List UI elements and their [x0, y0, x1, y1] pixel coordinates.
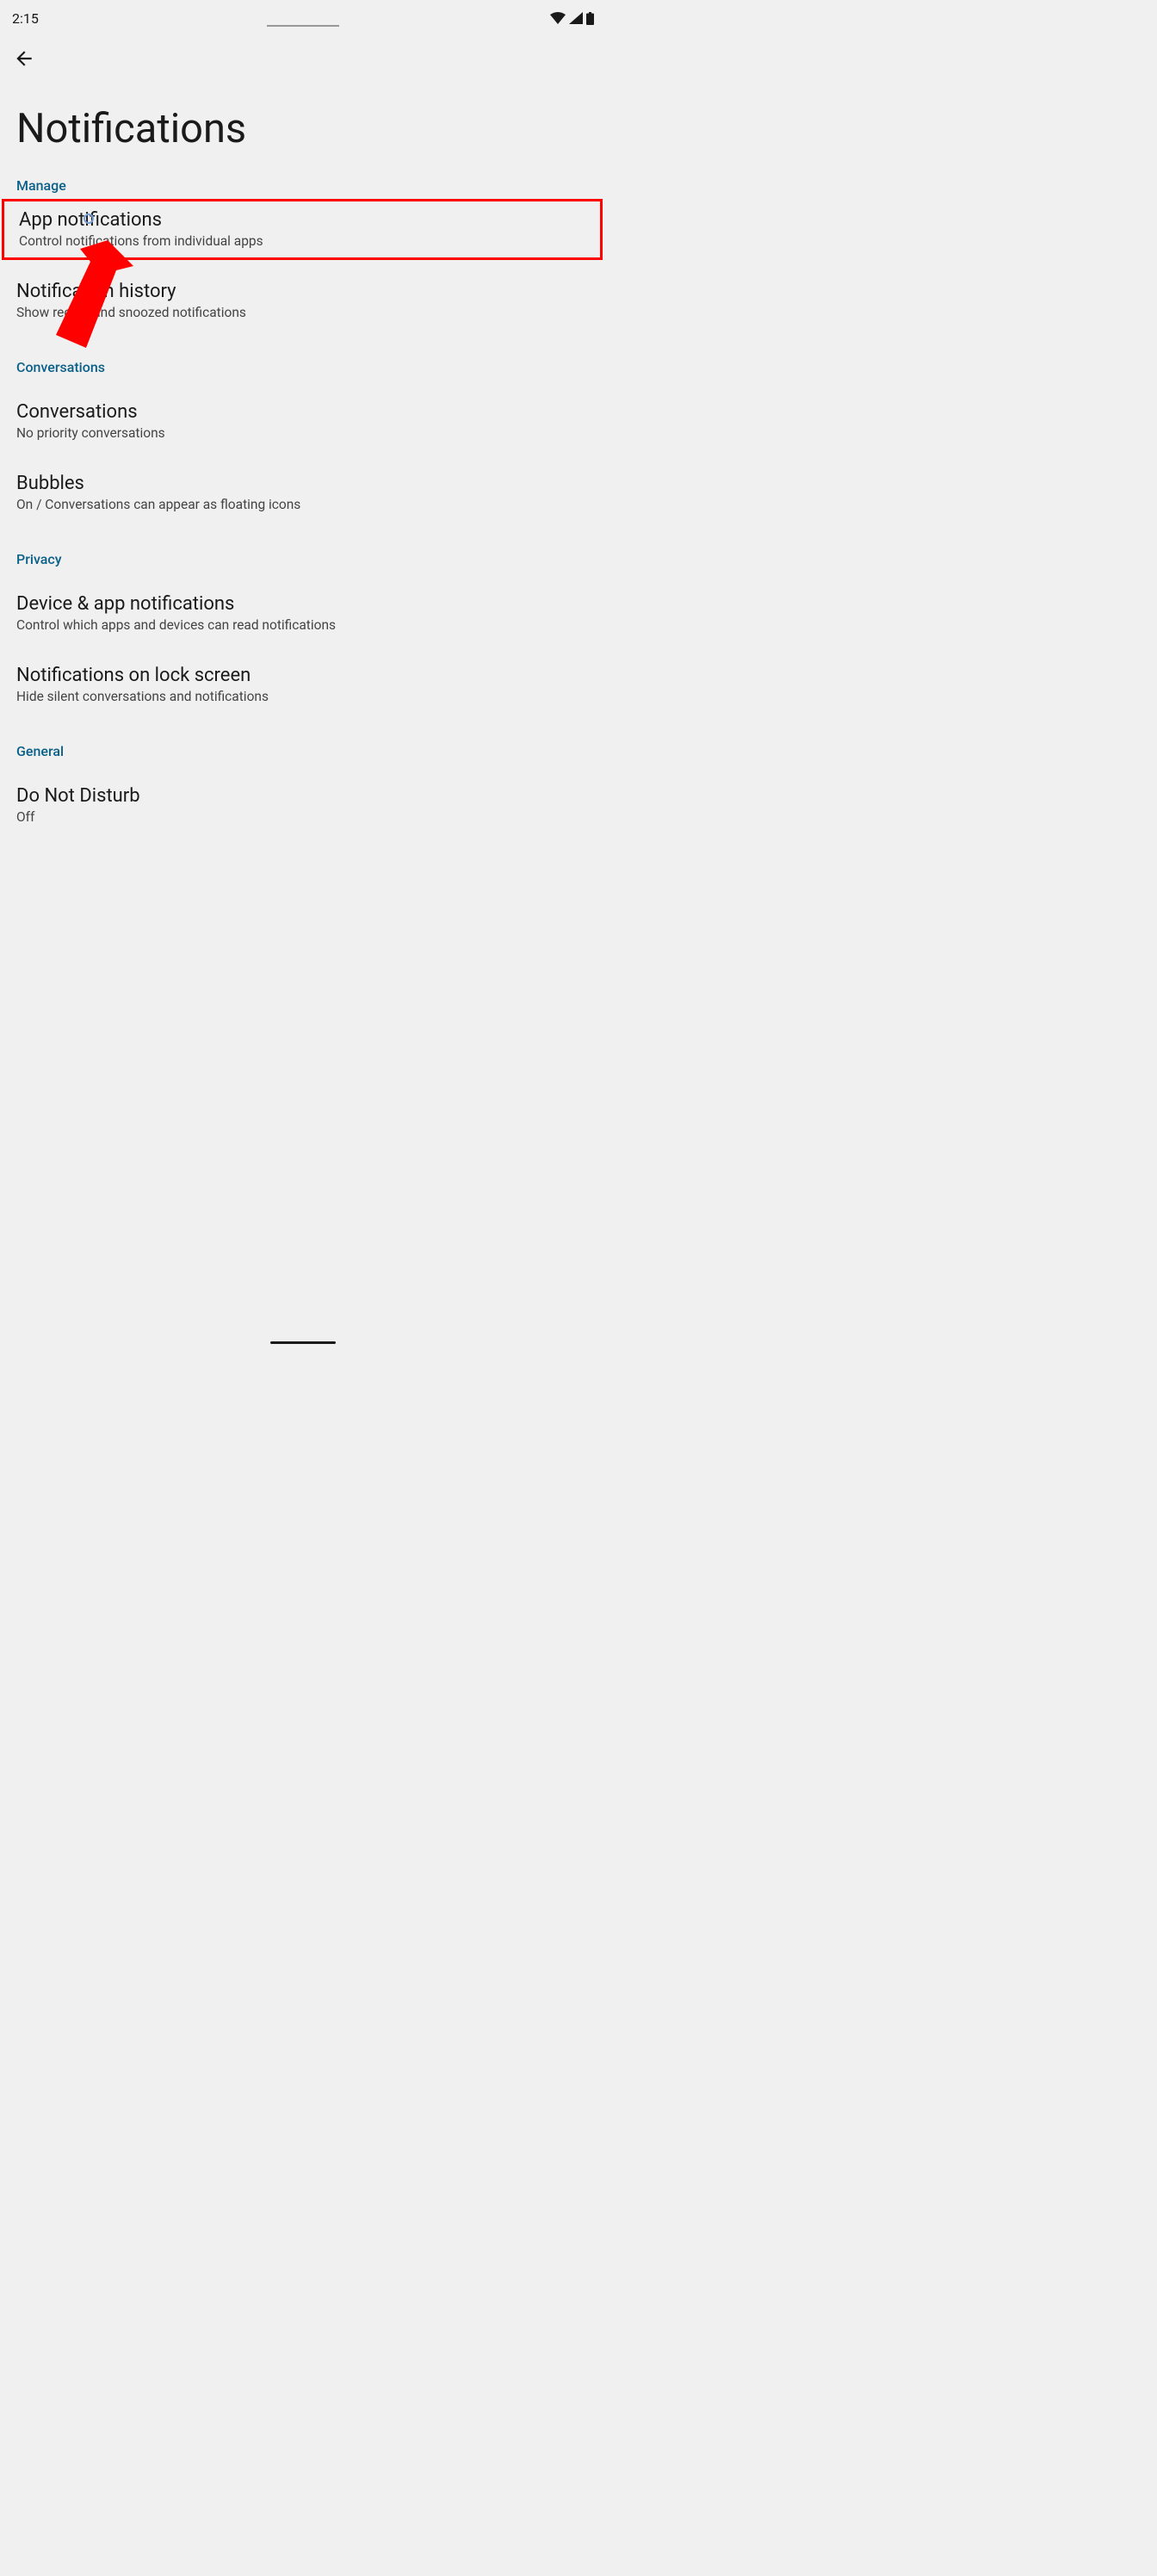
wifi-icon	[550, 12, 566, 24]
item-title: Bubbles	[16, 473, 590, 494]
list-item-do-not-disturb[interactable]: Do Not Disturb Off	[0, 774, 606, 836]
nav-handle[interactable]	[270, 1341, 336, 1344]
status-bar: 2:15	[0, 0, 606, 28]
status-icons	[550, 12, 594, 25]
list-item-device-app-notifications[interactable]: Device & app notifications Control which…	[0, 582, 606, 644]
settings-list: Manage App notifications Control notific…	[0, 170, 606, 836]
section-header-general: General	[0, 736, 606, 765]
list-item-bubbles[interactable]: Bubbles On / Conversations can appear as…	[0, 461, 606, 523]
item-title: Do Not Disturb	[16, 785, 590, 807]
item-title: Notification history	[16, 281, 590, 302]
list-item-lock-screen-notifications[interactable]: Notifications on lock screen Hide silent…	[0, 653, 606, 715]
item-subtitle: No priority conversations	[16, 425, 590, 441]
item-title: App notifications	[19, 209, 585, 231]
battery-icon	[586, 12, 594, 25]
page-title: Notifications	[16, 105, 246, 152]
item-subtitle: Hide silent conversations and notificati…	[16, 689, 590, 704]
item-title: Device & app notifications	[16, 593, 590, 615]
item-subtitle: Control which apps and devices can read …	[16, 617, 590, 633]
item-subtitle: Control notifications from individual ap…	[19, 233, 585, 249]
section-header-manage: Manage	[0, 170, 606, 199]
item-subtitle: Show recent and snoozed notifications	[16, 305, 590, 320]
status-time: 2:15	[12, 10, 39, 27]
back-button[interactable]	[9, 43, 40, 74]
drag-handle	[267, 25, 339, 27]
section-header-conversations: Conversations	[0, 352, 606, 381]
item-title: Notifications on lock screen	[16, 665, 590, 686]
list-item-app-notifications[interactable]: App notifications Control notifications …	[2, 199, 603, 260]
item-subtitle: Off	[16, 809, 590, 825]
section-header-privacy: Privacy	[0, 544, 606, 573]
signal-icon	[569, 12, 583, 24]
list-item-conversations[interactable]: Conversations No priority conversations	[0, 390, 606, 452]
item-subtitle: On / Conversations can appear as floatin…	[16, 497, 590, 512]
list-item-notification-history[interactable]: Notification history Show recent and sno…	[0, 269, 606, 331]
item-title: Conversations	[16, 401, 590, 423]
back-arrow-icon	[13, 47, 35, 70]
